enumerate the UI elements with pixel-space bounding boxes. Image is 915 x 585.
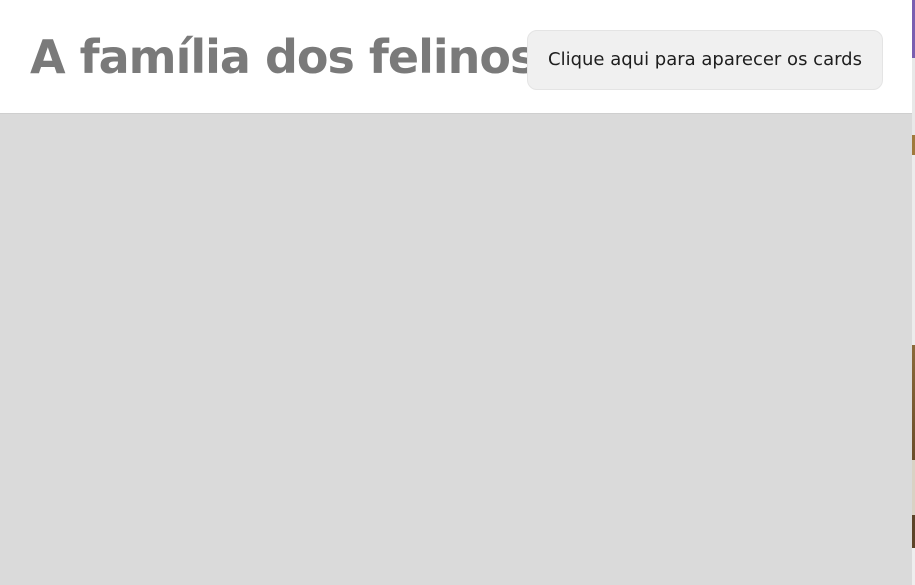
page: A família dos felinos Clique aqui para a… (0, 0, 915, 585)
show-cards-button[interactable]: Clique aqui para aparecer os cards (527, 30, 883, 90)
cards-container (0, 114, 912, 585)
page-title: A família dos felinos (30, 30, 537, 84)
page-header: A família dos felinos Clique aqui para a… (0, 0, 912, 114)
